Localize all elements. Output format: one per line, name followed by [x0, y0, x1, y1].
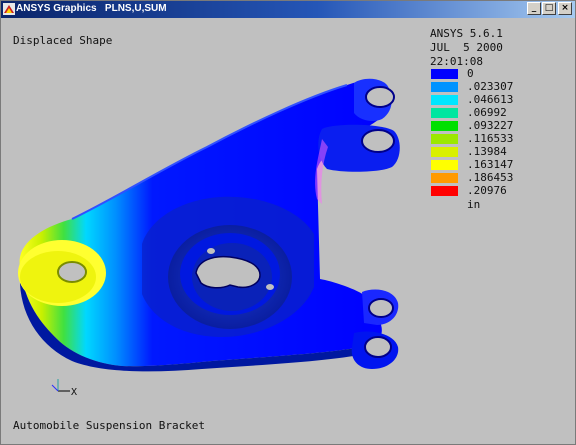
- legend-value: .13984: [467, 145, 507, 158]
- legend-swatch: [431, 95, 458, 105]
- plot-heading: Displaced Shape: [13, 34, 113, 47]
- coordinate-triad: [51, 379, 70, 392]
- plot-date: JUL 5 2000: [430, 41, 503, 54]
- close-button[interactable]: ×: [558, 2, 572, 15]
- window-title: ANSYS Graphics PLNS,U,SUM: [16, 3, 167, 14]
- minimize-button[interactable]: _: [527, 2, 541, 15]
- legend-swatch: [431, 186, 458, 196]
- legend-swatch: [431, 147, 458, 157]
- graphics-viewport[interactable]: Displaced Shape Automobile Suspension Br…: [2, 19, 574, 443]
- left-eye-hole: [57, 261, 87, 283]
- small-hole-right: [266, 284, 274, 290]
- legend-swatch: [431, 82, 458, 92]
- legend-value: .023307: [467, 80, 514, 93]
- legend-swatch: [431, 69, 458, 79]
- small-hole-left: [207, 248, 215, 254]
- legend-unit: in: [467, 198, 481, 211]
- triad-x-label: X: [71, 387, 78, 398]
- legend-value: .186453: [467, 171, 514, 184]
- maximize-button[interactable]: □: [542, 2, 556, 15]
- legend-value: 0: [467, 67, 474, 80]
- legend-swatch: [431, 173, 458, 183]
- legend-swatch: [431, 134, 458, 144]
- legend-swatch: [431, 160, 458, 170]
- legend-swatch: [431, 121, 458, 131]
- ansys-version: ANSYS 5.6.1: [430, 27, 503, 40]
- plot-caption: Automobile Suspension Bracket: [13, 419, 206, 432]
- legend-value: .163147: [467, 158, 514, 171]
- legend-value: .20976: [467, 184, 507, 197]
- ansys-app-icon: [3, 3, 15, 15]
- legend-swatch: [431, 108, 458, 118]
- plot-time: 22:01:08: [430, 55, 483, 68]
- legend-value: .06992: [467, 106, 507, 119]
- legend-value: .046613: [467, 93, 514, 106]
- legend-value: .093227: [467, 119, 514, 132]
- ansys-graphics-window: ANSYS Graphics PLNS,U,SUM _ □ × Displace…: [0, 0, 576, 445]
- title-bar[interactable]: ANSYS Graphics PLNS,U,SUM _ □ ×: [1, 1, 575, 18]
- legend-value: .116533: [467, 132, 514, 145]
